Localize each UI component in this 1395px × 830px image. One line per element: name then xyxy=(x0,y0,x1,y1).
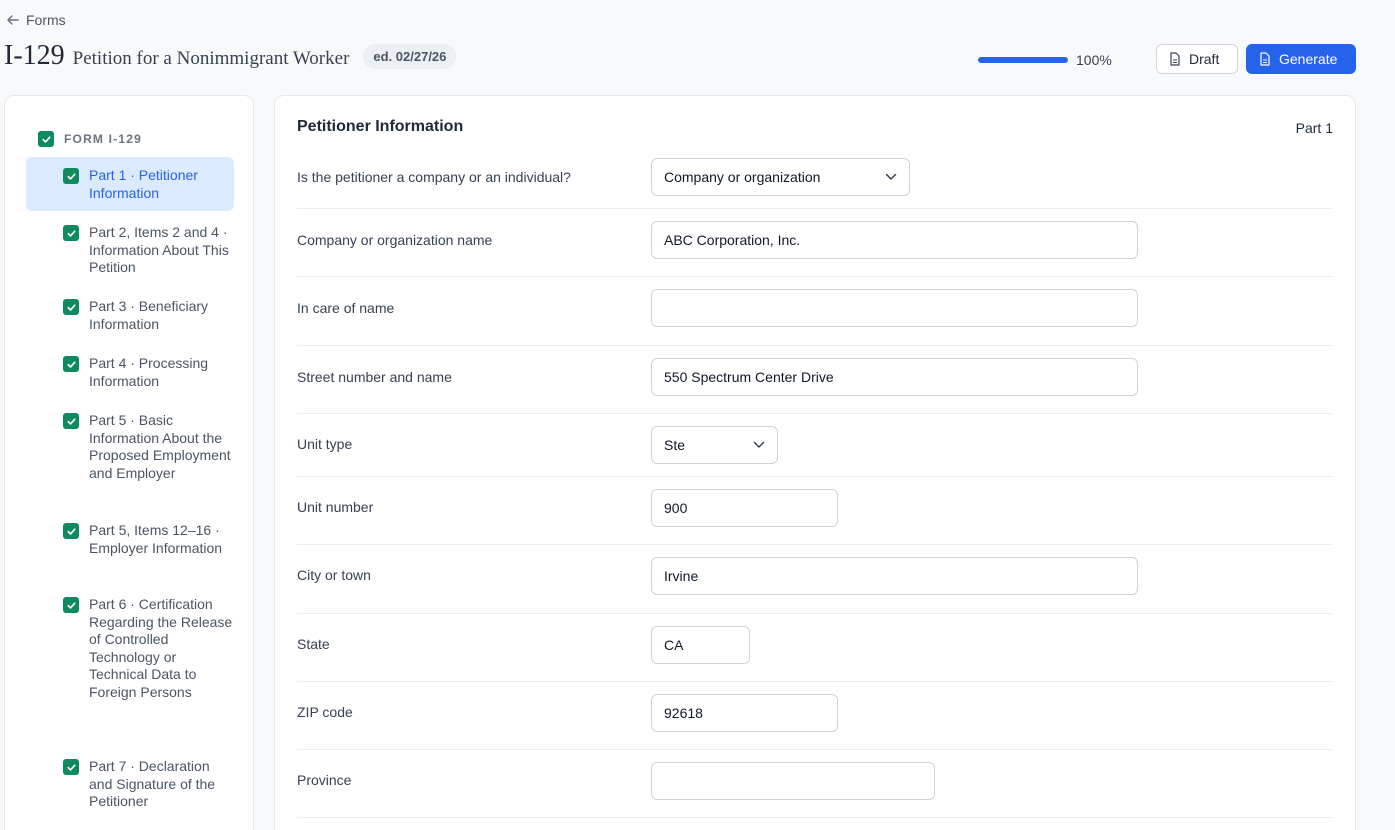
sidebar-item-part-5-items[interactable]: Part 5, Items 12–16 · Employer Informati… xyxy=(26,522,234,557)
petitioner-type-select[interactable]: Company or organization xyxy=(651,158,910,196)
field-label: ZIP code xyxy=(297,704,353,720)
draft-button-label: Draft xyxy=(1189,51,1220,67)
field-label: City or town xyxy=(297,567,371,583)
form-row-city: City or town xyxy=(297,545,1333,614)
document-icon xyxy=(1170,52,1180,66)
city-input[interactable] xyxy=(651,557,1138,595)
form-row-state: State xyxy=(297,614,1333,682)
progress-track xyxy=(978,57,1068,63)
checkbox-checked-icon xyxy=(38,131,54,147)
progress-fill xyxy=(978,57,1068,63)
back-to-forms-link[interactable]: Forms xyxy=(6,12,66,28)
document-icon xyxy=(1260,52,1270,66)
sidebar-item-label: Part 7 · Declaration and Signature of th… xyxy=(89,758,216,809)
sidebar-root-label: FORM I-129 xyxy=(64,132,143,146)
province-input[interactable] xyxy=(651,762,935,800)
sidebar-item-label: Part 2, Items 2 and 4 · Information Abou… xyxy=(89,224,229,275)
checkbox-checked-icon xyxy=(63,523,79,539)
sidebar-item-label: Part 1 · Petitioner Information xyxy=(89,167,198,201)
zip-input[interactable] xyxy=(651,694,838,732)
field-label: In care of name xyxy=(297,300,395,316)
sidebar-item-label: Part 3 · Beneficiary Information xyxy=(89,298,209,332)
checkbox-checked-icon xyxy=(63,597,79,613)
arrow-left-icon xyxy=(7,15,19,25)
chevron-down-icon xyxy=(885,173,897,180)
sidebar-item-label: Part 5 · Basic Information About the Pro… xyxy=(89,412,231,481)
in-care-of-input[interactable] xyxy=(651,289,1138,327)
checkbox-checked-icon xyxy=(63,413,79,429)
form-row-unit-type: Unit type Ste xyxy=(297,414,1333,477)
select-value: Company or organization xyxy=(664,169,821,185)
sidebar-item-part-4[interactable]: Part 4 · Processing Information xyxy=(26,355,234,390)
form-title: Petition for a Nonimmigrant Worker xyxy=(72,48,350,69)
field-label: Unit type xyxy=(297,436,353,452)
street-input[interactable] xyxy=(651,358,1138,396)
chevron-down-icon xyxy=(753,441,765,448)
progress-indicator: 100% xyxy=(978,52,1112,68)
sidebar-item-part-2[interactable]: Part 2, Items 2 and 4 · Information Abou… xyxy=(26,224,234,277)
form-row-company-name: Company or organization name xyxy=(297,209,1333,277)
sidebar-item-part-3[interactable]: Part 3 · Beneficiary Information xyxy=(26,298,234,333)
form-row-zip: ZIP code xyxy=(297,682,1333,750)
field-label: Province xyxy=(297,772,352,788)
page-title: I-129 Petition for a Nonimmigrant Worker… xyxy=(4,40,457,72)
sidebar-item-part-5[interactable]: Part 5 · Basic Information About the Pro… xyxy=(26,412,234,482)
section-title: Petitioner Information xyxy=(297,118,464,135)
field-label: Street number and name xyxy=(297,369,452,385)
generate-button-label: Generate xyxy=(1279,51,1338,67)
form-panel: Petitioner Information Part 1 Is the pet… xyxy=(274,95,1356,830)
draft-button[interactable]: Draft xyxy=(1156,44,1238,74)
checkbox-checked-icon xyxy=(63,356,79,372)
state-input[interactable] xyxy=(651,626,750,664)
sidebar-item-part-7[interactable]: Part 7 · Declaration and Signature of th… xyxy=(26,758,234,811)
sidebar-item-part-6[interactable]: Part 6 · Certification Regarding the Rel… xyxy=(26,596,234,701)
sidebar-root-form[interactable]: FORM I-129 xyxy=(38,131,142,147)
progress-label: 100% xyxy=(1076,52,1112,68)
field-label: State xyxy=(297,636,330,652)
form-row-petitioner-type: Is the petitioner a company or an indivi… xyxy=(297,158,1333,209)
sidebar-item-label: Part 6 · Certification Regarding the Rel… xyxy=(89,596,233,700)
form-row-in-care-of: In care of name xyxy=(297,277,1333,346)
form-row-unit-number: Unit number xyxy=(297,477,1333,545)
checkbox-checked-icon xyxy=(63,759,79,775)
sidebar-item-label: Part 5, Items 12–16 · Employer Informati… xyxy=(89,522,223,556)
sidebar-item-label: Part 4 · Processing Information xyxy=(89,355,209,389)
checkbox-checked-icon xyxy=(63,225,79,241)
unit-number-input[interactable] xyxy=(651,489,838,527)
section-part-label: Part 1 xyxy=(1295,120,1333,136)
checkbox-checked-icon xyxy=(63,299,79,315)
unit-type-select[interactable]: Ste xyxy=(651,426,778,464)
generate-button[interactable]: Generate xyxy=(1246,44,1356,74)
checkbox-checked-icon xyxy=(63,168,79,184)
company-name-input[interactable] xyxy=(651,221,1138,259)
edition-badge: ed. 02/27/26 xyxy=(363,43,457,69)
field-label: Is the petitioner a company or an indivi… xyxy=(297,169,571,185)
form-row-street: Street number and name xyxy=(297,346,1333,414)
sidebar: FORM I-129 Part 1 · Petitioner Informati… xyxy=(4,95,254,830)
field-label: Unit number xyxy=(297,499,374,515)
sidebar-item-part-1[interactable]: Part 1 · Petitioner Information xyxy=(26,157,234,211)
field-label: Company or organization name xyxy=(297,232,493,248)
back-link-label: Forms xyxy=(26,12,66,28)
form-code: I-129 xyxy=(4,40,65,71)
form-row-province: Province xyxy=(297,750,1333,818)
select-value: Ste xyxy=(664,437,686,453)
